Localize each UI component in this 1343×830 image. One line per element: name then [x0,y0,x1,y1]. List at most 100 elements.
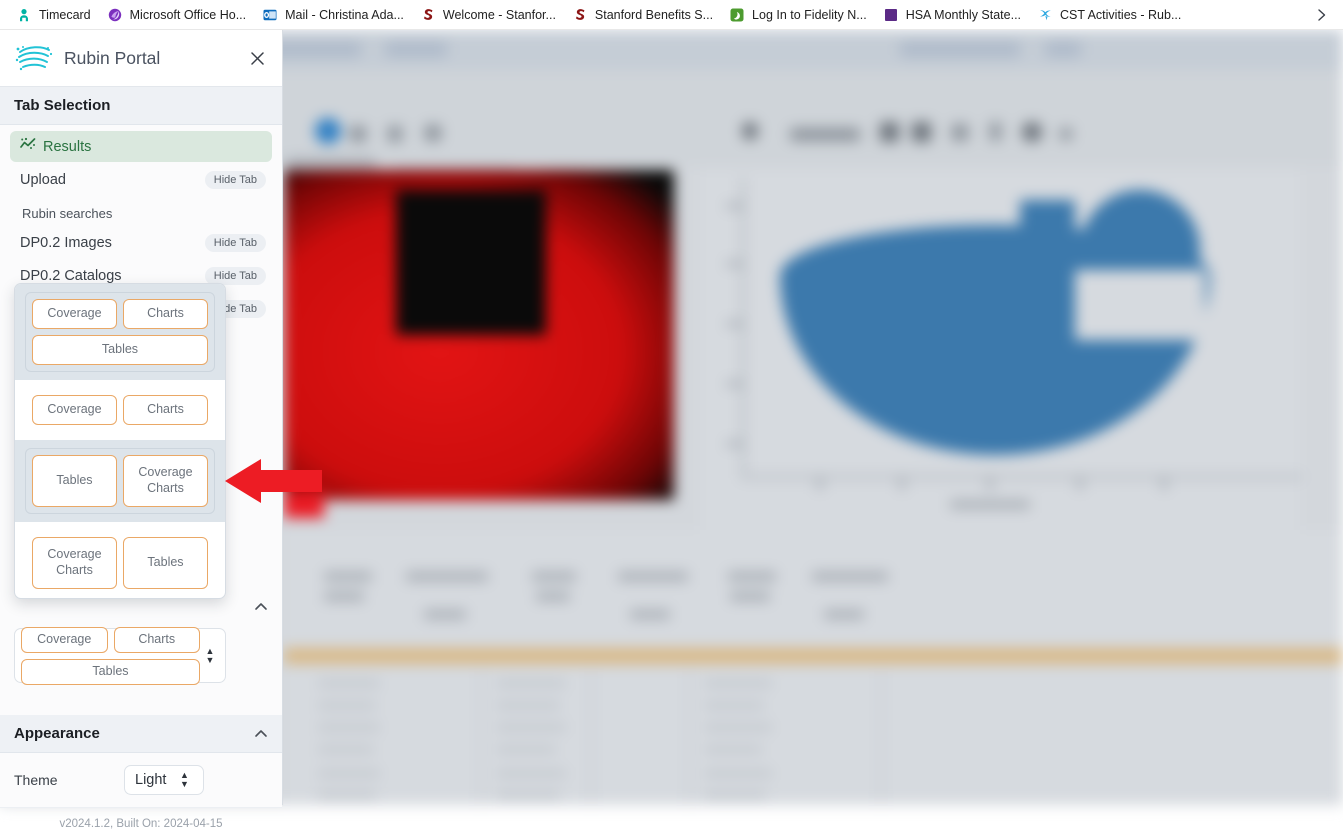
backdrop-chart-ytick [726,262,742,266]
layout-option-coverage-charts-tables-alt[interactable]: Coverage Charts Tables [15,522,225,598]
backdrop-table-divider [590,670,592,805]
backdrop-chart-xtick [900,478,904,490]
backdrop-table-cell [496,770,566,777]
hide-tab-button[interactable]: Hide Tab [204,266,266,285]
backdrop-scatter-gap [1075,270,1205,340]
backdrop-table-cell [704,792,766,799]
stanford-icon [420,7,436,23]
hide-tab-button[interactable]: Hide Tab [204,170,266,189]
backdrop-chart-xlabel [950,500,1030,509]
backdrop-toolbar-icon [424,124,442,142]
theme-label: Theme [14,772,58,788]
layout-option-tables-coverage-charts[interactable]: Tables Coverage Charts [15,440,225,522]
backdrop-scatter-box [1020,200,1075,245]
theme-row: Theme Light ▲ ▼ [0,753,282,808]
backdrop-table-cell [704,770,772,777]
layout-picker-dropdown[interactable]: Coverage Charts Tables Coverage Charts T… [14,283,226,599]
layout-cell: Coverage Charts [32,537,117,589]
backdrop-tab [1045,42,1081,57]
bookmark-item-mail-outlook[interactable]: Mail - Christina Ada... [254,4,412,26]
backdrop-chart-ytick [726,322,742,326]
tab-selection-section-header[interactable]: Tab Selection [0,87,282,125]
sidebar-header: Rubin Portal [0,30,282,87]
appearance-chevron-up-icon[interactable] [254,727,268,741]
backdrop-table-header [618,572,688,581]
backdrop-table-header [406,572,488,581]
layout-option-coverage-charts-tables[interactable]: Coverage Charts Tables [15,284,225,380]
layout-cell: Charts [113,626,200,653]
sidebar-item-results[interactable]: Results [10,131,272,162]
backdrop-table-header [324,572,372,581]
layout-option-coverage-charts[interactable]: Coverage Charts [15,380,225,440]
backdrop-image-mask [396,190,546,335]
bookmark-item-cst-activities[interactable]: CST Activities - Rub... [1029,4,1189,26]
theme-value: Light [135,772,167,788]
bookmark-label: Log In to Fidelity N... [752,7,867,22]
theme-select[interactable]: Light ▲ ▼ [124,765,205,795]
results-section-chevron-up-icon[interactable] [254,600,268,614]
backdrop-table-header [630,610,670,619]
backdrop-table-cell [496,724,566,731]
appearance-title: Appearance [14,725,100,742]
layout-cell: Coverage [32,299,117,329]
backdrop-chart-xtick [818,478,822,490]
theme-select-updown-icon: ▲ ▼ [179,770,189,789]
backdrop-chart-xtick [1162,478,1166,490]
backdrop-toolbar-icon [912,122,931,142]
backdrop-table-divider [480,670,482,805]
bookmark-label: Stanford Benefits S... [594,7,714,22]
backdrop-table-header [730,592,770,601]
sidebar-item-dp02-images[interactable]: DP0.2 Images Hide Tab [10,227,272,258]
sidebar-item-label: DP0.2 Images [20,234,112,251]
layout-select-control[interactable]: Coverage Charts Tables ▲ ▼ [14,626,226,685]
backdrop-table-divider [880,670,882,805]
backdrop-table-cell [496,792,560,799]
layout-cell: Tables [21,658,200,685]
bookmark-item-fidelity[interactable]: Log In to Fidelity N... [721,4,875,26]
bookmark-label: HSA Monthly State... [905,7,1022,22]
rubin-logo-icon [14,43,54,73]
bookmark-item-timecard[interactable]: Timecard [8,4,99,26]
backdrop-table-header [532,572,576,581]
square-icon [883,7,899,23]
sidebar-item-upload[interactable]: Upload Hide Tab [10,164,272,195]
backdrop-chart-ytick [726,204,742,208]
bookmark-item-hsa-monthly[interactable]: HSA Monthly State... [875,4,1029,26]
hide-tab-button[interactable]: Hide Tab [204,233,266,252]
backdrop-table-cell [496,746,556,753]
backdrop-table-header [812,572,888,581]
sidebar-item-label: Upload [20,171,66,188]
backdrop-toolbar-icon [350,126,366,142]
backdrop-chart-panel [700,170,1302,530]
bookmark-label: Timecard [39,7,91,22]
backdrop-table-header [324,592,364,601]
bookmark-item-stanford-benefits[interactable]: Stanford Benefits S... [564,4,721,26]
backdrop-chart-xaxis [742,476,1302,478]
backdrop-toolbar-icon [990,122,1001,141]
tab-selection-title: Tab Selection [14,97,111,114]
backdrop-chart-yaxis [742,178,744,478]
appearance-section-header[interactable]: Appearance [0,715,282,753]
office-icon [107,7,123,23]
backdrop-chart-xtick [988,478,992,490]
appearance-section: Appearance Theme Light ▲ ▼ v2024.1.2, Bui… [0,715,282,830]
rubin-portal-sidebar: Rubin Portal Tab Selection Results Uploa… [0,30,283,830]
stanford-icon [572,7,588,23]
left-arrow-icon [225,455,322,507]
bookmark-item-welcome-stanford[interactable]: Welcome - Stanfor... [412,4,564,26]
layout-cell: Coverage [21,626,108,653]
bookmark-label: Mail - Christina Ada... [285,7,404,22]
layout-cell: Tables [123,537,208,589]
bookmarks-bar[interactable]: Timecard Microsoft Office Ho... Mail - C… [0,0,1343,30]
backdrop-table-cell [318,724,380,731]
backdrop-table-cell [704,702,764,709]
close-icon[interactable] [246,47,268,69]
sidebar-item-label: DP0.2 Catalogs [20,267,122,284]
backdrop-tab [385,42,447,57]
bookmark-item-microsoft-office[interactable]: Microsoft Office Ho... [99,4,254,26]
backdrop-table-selected-row [284,648,1343,664]
backdrop-table-cell [496,702,560,709]
backdrop-toolbar-icon [742,122,758,140]
backdrop-table-header [824,610,864,619]
bookmarks-overflow-chevron-right-icon[interactable] [1309,0,1333,30]
